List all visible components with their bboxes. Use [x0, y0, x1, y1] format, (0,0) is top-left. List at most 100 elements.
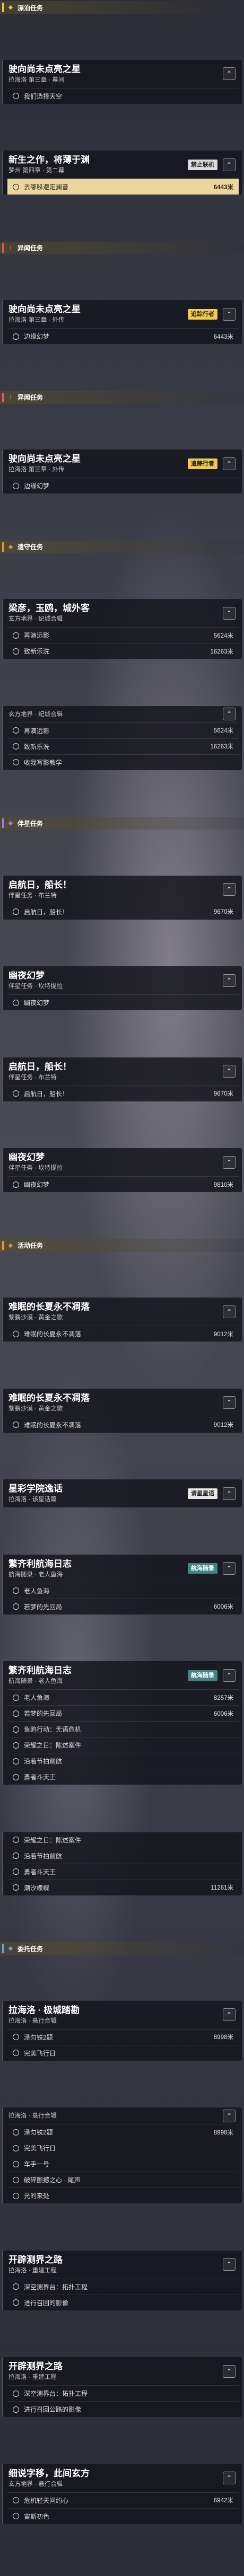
quest-card[interactable]: 幽夜幻梦 伴星任务 · 坎特提拉 ⌃ 幽夜幻梦	[2, 966, 242, 1010]
quest-header[interactable]: 新生之作，将薄于渊 梦州 第四章 · 第二幕 禁止联机 ⌃	[3, 151, 242, 179]
objective-row[interactable]: 深空测界台：拓扑工程	[7, 2385, 239, 2401]
collapse-caret-icon[interactable]: ⌃	[223, 1396, 236, 1409]
category-header[interactable]: ◆ 漂泊任务	[0, 1, 244, 14]
objective-row[interactable]: 荣耀之日：陈述案件	[7, 1831, 239, 1848]
quest-card[interactable]: 驶向尚未点亮之星 拉海洛 第三章 · 幕间 ⌃ 我们选择天空	[2, 59, 242, 104]
collapse-caret-icon[interactable]: ⌃	[223, 1155, 236, 1169]
quest-card[interactable]: 开辟测界之路 拉海洛 · 重建工程 ⌃ 深空测界台：拓扑工程 进行召回的影像	[2, 2250, 242, 2310]
quest-header[interactable]: 开辟测界之路 拉海洛 · 重建工程 ⌃	[3, 2357, 242, 2385]
quest-card[interactable]: 开辟测界之路 拉海洛 · 重建工程 ⌃ 深空测界台：拓扑工程 进行召回公路的影像	[2, 2357, 242, 2417]
quest-card[interactable]: 星彩学院逸话 拉海洛 · 该星话篇 请星星语 ⌃	[2, 1479, 242, 1507]
objective-row[interactable]: 光的来处	[7, 2187, 239, 2203]
category-header[interactable]: ! 异闻任务	[0, 391, 244, 404]
objective-row[interactable]: 鱼鸥行动：无语危机	[7, 1721, 239, 1737]
quest-header[interactable]: 难眠的长夏永不凋落 黎鹏沙漠 · 黄金之歌 ⌃	[3, 1298, 242, 1326]
collapse-caret-icon[interactable]: ⌃	[223, 708, 236, 720]
quest-card[interactable]: 繁齐利航海日志 航海随录 · 老人鱼海 航海随录 ⌃ 老人鱼海 8257米 若梦的先回局 60…	[2, 1661, 242, 1785]
objective-row[interactable]: 难眠的长夏永不凋落 9012米	[7, 1416, 239, 1433]
collapse-caret-icon[interactable]: ⌃	[223, 1562, 236, 1575]
objective-row[interactable]: 启航日，船长！ 9670米	[7, 903, 239, 920]
quest-card[interactable]: 繁齐利航海日志 航海随录 · 老人鱼海 航海随录 ⌃ 老人鱼海 若梦的先回局 6006米	[2, 1554, 242, 1615]
quest-header[interactable]: 玄方地界 · 纪城合辑 ⌃	[3, 706, 242, 722]
objective-row[interactable]: 进行召回的影像	[7, 2294, 239, 2310]
collapse-caret-icon[interactable]: ⌃	[223, 1669, 236, 1682]
quest-card[interactable]: 梁彦，玉鸥，城外客 玄方地界 · 纪城合辑 ⌃ 再演远影 5624米 致新乐洗 16263米	[2, 599, 242, 659]
objective-row[interactable]: 老人鱼海	[7, 1582, 239, 1599]
objective-row[interactable]: 危机轻天问约心 6942米	[7, 2492, 239, 2508]
objective-row[interactable]: 宙斯初色	[7, 2508, 239, 2524]
quest-header[interactable]: 启航日，船长！ 伴星任务 · 布兰特 ⌃	[3, 876, 242, 904]
quest-card[interactable]: 新生之作，将薄于渊 梦州 第四章 · 第二幕 禁止联机 ⌃ 去哪躲避定澜音 6443米	[2, 151, 242, 195]
collapse-caret-icon[interactable]: ⌃	[223, 158, 236, 171]
quest-header[interactable]: 启航日，船长！ 伴星任务 · 布兰特 ⌃	[3, 1057, 242, 1086]
quest-card[interactable]: 启航日，船长！ 伴星任务 · 布兰特 ⌃ 启航日，船长！ 9670米	[2, 875, 242, 920]
collapse-caret-icon[interactable]: ⌃	[223, 883, 236, 896]
quest-header[interactable]: 驶向尚未点亮之星 拉海洛 第三章 · 外传 追踪行者 ⌃	[3, 300, 242, 328]
collapse-caret-icon[interactable]: ⌃	[223, 307, 236, 321]
objective-row[interactable]: 幽夜幻梦	[7, 994, 239, 1010]
quest-card[interactable]: 细说字移，此间玄方 玄方地界 · 悬行合辑 ⌃ 危机轻天问约心 6942米 宙斯初色	[2, 2464, 242, 2524]
collapse-caret-icon[interactable]: ⌃	[223, 67, 236, 80]
objective-row[interactable]: 边缘幻梦	[7, 478, 239, 493]
quest-header[interactable]: 驶向尚未点亮之星 拉海洛 第三章 · 幕间 ⌃	[3, 60, 242, 88]
objective-row[interactable]: 车手一号	[7, 2156, 239, 2172]
quest-card[interactable]: 拉海洛 · 极城踏勘 拉海洛 · 悬行合辑 ⌃ 泽匀铁2题 8998米 完美飞行日	[2, 2000, 242, 2061]
quest-header[interactable]: 繁齐利航海日志 航海随录 · 老人鱼海 航海随录 ⌃	[3, 1661, 242, 1689]
quest-card[interactable]: 幽夜幻梦 伴星任务 · 坎特提拉 ⌃ 幽夜幻梦 9810米	[2, 1148, 242, 1192]
objective-row[interactable]: 荣耀之日：陈述案件	[7, 1737, 239, 1753]
objective-row[interactable]: 若梦的先回局 6006米	[7, 1705, 239, 1721]
collapse-caret-icon[interactable]: ⌃	[223, 2365, 236, 2378]
quest-header[interactable]: 繁齐利航海日志 航海随录 · 老人鱼海 航海随录 ⌃	[3, 1555, 242, 1583]
objective-row[interactable]: 难眠的长夏永不凋落 9012米	[7, 1326, 239, 1342]
objective-row[interactable]: 进行召回公路的影像	[7, 2401, 239, 2417]
objective-row[interactable]: 致新乐洗 16263米	[7, 738, 239, 754]
quest-header[interactable]: 梁彦，玉鸥，城外客 玄方地界 · 纪城合辑 ⌃	[3, 599, 242, 627]
collapse-caret-icon[interactable]: ⌃	[223, 2472, 236, 2484]
quest-card[interactable]: 启航日，船长！ 伴星任务 · 布兰特 ⌃ 启航日，船长！ 9670米	[2, 1057, 242, 1101]
quest-header[interactable]: 幽夜幻梦 伴星任务 · 坎特提拉 ⌃	[3, 966, 242, 994]
objective-row[interactable]: 启航日，船长！ 9670米	[7, 1085, 239, 1101]
quest-card[interactable]: 驶向尚未点亮之星 拉海洛 第三章 · 外传 追踪行者 ⌃ 边缘幻梦	[2, 449, 242, 493]
quest-card[interactable]: 驶向尚未点亮之星 拉海洛 第三章 · 外传 追踪行者 ⌃ 边缘幻梦 6443米	[2, 300, 242, 344]
quest-card[interactable]: 玄方地界 · 纪城合辑 ⌃ 再演远影 5624米 致新乐洗 16263米 收我写影教学	[2, 705, 242, 770]
objective-row[interactable]: 泽匀铁2题 8998米	[7, 2124, 239, 2140]
quest-header[interactable]: 拉海洛 · 极城踏勘 拉海洛 · 悬行合辑 ⌃	[3, 2001, 242, 2029]
quest-header[interactable]: 幽夜幻梦 伴星任务 · 坎特提拉 ⌃	[3, 1148, 242, 1176]
quest-header[interactable]: 拉海洛 · 悬行合辑 ⌃	[3, 2107, 242, 2124]
category-header[interactable]: ◆ 委托任务	[0, 1942, 244, 1955]
collapse-caret-icon[interactable]: ⌃	[223, 1305, 236, 1318]
quest-card[interactable]: 难眠的长夏永不凋落 黎鹏沙漠 · 黄金之歌 ⌃ 难眠的长夏永不凋落 9012米	[2, 1388, 242, 1433]
category-header[interactable]: ◆ 伴星任务	[0, 817, 244, 830]
objective-row[interactable]: 泽匀铁2题 8998米	[7, 2028, 239, 2045]
collapse-caret-icon[interactable]: ⌃	[223, 1487, 236, 1500]
category-header[interactable]: ◆ 遗守任务	[0, 540, 244, 553]
objective-row[interactable]: 沿着节拍前航	[7, 1753, 239, 1769]
objective-row[interactable]: 潮汐蝶蝶 11261米	[7, 1879, 239, 1895]
objective-row[interactable]: 收我写影教学	[7, 754, 239, 770]
quest-header[interactable]: 星彩学院逸话 拉海洛 · 该星话篇 请星星语 ⌃	[3, 1479, 242, 1507]
category-header[interactable]: ! 异闻任务	[0, 241, 244, 254]
objective-row[interactable]: 勇者斗天王	[7, 1769, 239, 1785]
collapse-caret-icon[interactable]: ⌃	[223, 2258, 236, 2271]
quest-card[interactable]: 拉海洛 · 悬行合辑 ⌃ 泽匀铁2题 8998米 完美飞行日 车手一号 破碎颤撼之心 · 尾…	[2, 2107, 242, 2203]
objective-row[interactable]: 若梦的先回局 6006米	[7, 1598, 239, 1615]
category-header[interactable]: ◆ 活动任务	[0, 1239, 244, 1252]
collapse-caret-icon[interactable]: ⌃	[223, 2109, 236, 2122]
objective-row[interactable]: 深空测界台：拓扑工程	[7, 2278, 239, 2295]
objective-row[interactable]: 我们选择天空	[7, 87, 239, 104]
collapse-caret-icon[interactable]: ⌃	[223, 1065, 236, 1078]
objective-row[interactable]: 勇者斗天王	[7, 1863, 239, 1880]
objective-row[interactable]: 再演远影 5624米	[7, 627, 239, 643]
quest-card[interactable]: 荣耀之日：陈述案件 沿着节拍前航 勇者斗天王 潮汐蝶蝶 11261米	[2, 1831, 242, 1895]
objective-row[interactable]: 破碎颤撼之心 · 尾声	[7, 2172, 239, 2187]
collapse-caret-icon[interactable]: ⌃	[223, 2008, 236, 2021]
collapse-caret-icon[interactable]: ⌃	[223, 606, 236, 620]
objective-row[interactable]: 完美飞行日	[7, 2044, 239, 2061]
objective-row[interactable]: 幽夜幻梦 9810米	[7, 1176, 239, 1192]
collapse-caret-icon[interactable]: ⌃	[223, 457, 236, 470]
objective-row[interactable]: 边缘幻梦 6443米	[7, 328, 239, 344]
objective-row[interactable]: 去哪躲避定澜音 6443米	[7, 179, 239, 195]
objective-row[interactable]: 致新乐洗 16263米	[7, 643, 239, 659]
objective-row[interactable]: 再演远影 5624米	[7, 722, 239, 738]
quest-header[interactable]: 难眠的长夏永不凋落 黎鹏沙漠 · 黄金之歌 ⌃	[3, 1389, 242, 1417]
